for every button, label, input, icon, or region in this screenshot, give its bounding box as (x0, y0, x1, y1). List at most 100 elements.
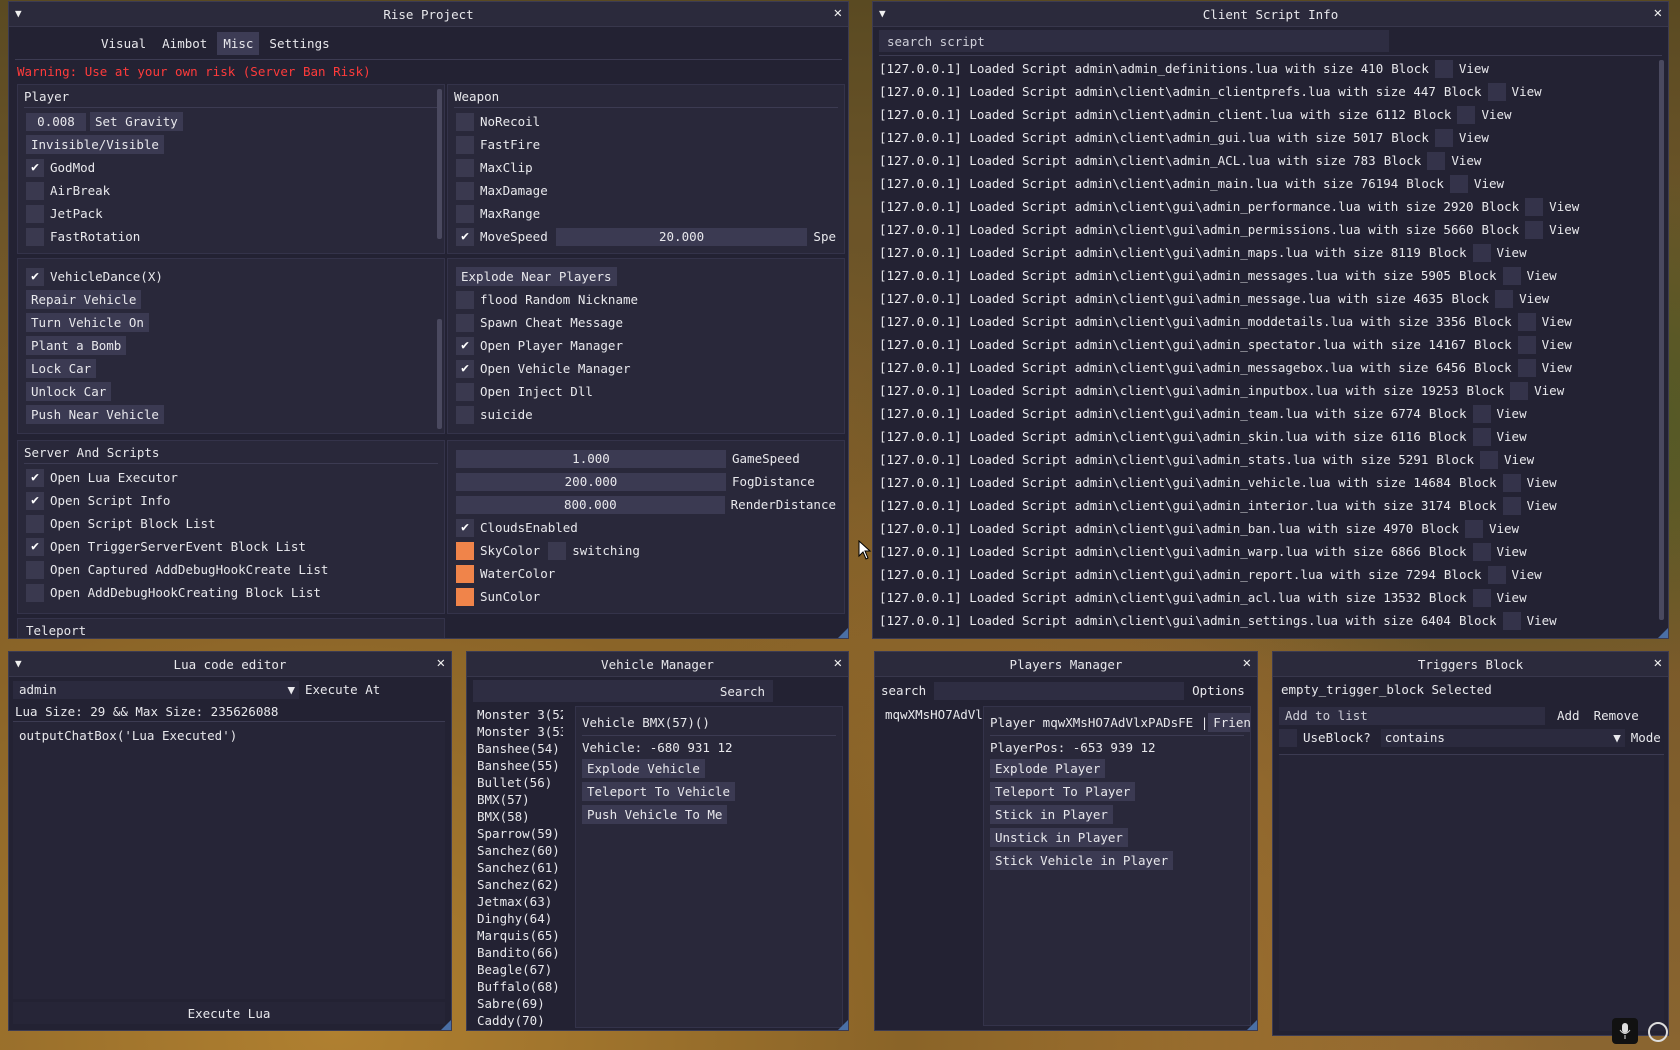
player-search-input[interactable] (934, 681, 1185, 700)
view-button[interactable]: View (1519, 291, 1549, 306)
block-checkbox[interactable] (1510, 381, 1529, 400)
teleport-to-player-button[interactable]: Teleport To Player (990, 782, 1136, 801)
tab-visual[interactable]: Visual (95, 32, 152, 55)
movespeed-slider[interactable]: 20.000 (555, 227, 808, 246)
block-button[interactable]: Block (1482, 222, 1520, 237)
view-button[interactable]: View (1527, 268, 1557, 283)
spawn-cheat-message-checkbox[interactable]: Spawn Cheat Message (456, 311, 836, 334)
fastfire-checkbox[interactable]: FastFire (456, 133, 836, 156)
client-script-titlebar[interactable]: ▼ Client Script Info ✕ (873, 2, 1668, 27)
view-button[interactable]: View (1527, 613, 1557, 628)
vehicle-dance-checkbox[interactable]: ✔ VehicleDance(X) (26, 265, 436, 288)
maxdamage-checkbox[interactable]: MaxDamage (456, 179, 836, 202)
scrollbar[interactable] (437, 319, 442, 429)
fogdistance-slider[interactable]: 200.000 (456, 472, 726, 491)
teleport-to-vehicle-button[interactable]: Teleport To Vehicle (582, 782, 735, 801)
jetpack-checkbox[interactable]: JetPack (26, 202, 436, 225)
turn-vehicle-on-button[interactable]: Turn Vehicle On (26, 313, 149, 332)
unstick-in-player-button[interactable]: Unstick in Player (990, 828, 1128, 847)
view-button[interactable]: View (1497, 429, 1527, 444)
collapse-icon[interactable]: ▼ (879, 7, 886, 20)
block-button[interactable]: Block (1421, 521, 1459, 536)
vehicle-list[interactable]: Monster 3(52 Monster 3(53 Banshee(54) Bansh… (477, 706, 563, 1028)
open-lua-executor-checkbox[interactable]: ✔ Open Lua Executor (26, 466, 436, 489)
airbreak-checkbox[interactable]: AirBreak (26, 179, 436, 202)
close-icon[interactable]: ✕ (834, 655, 842, 671)
trigger-list-area[interactable] (1279, 754, 1664, 1031)
suncolor-swatch[interactable] (456, 587, 474, 606)
push-vehicle-to-me-button[interactable]: Push Vehicle To Me (582, 805, 728, 824)
gravity-input[interactable]: 0.008 (26, 112, 86, 131)
block-checkbox[interactable] (1472, 427, 1491, 446)
block-button[interactable]: Block (1474, 360, 1512, 375)
vehicle-list-item[interactable]: Buffalo(68) (477, 978, 563, 995)
mode-dropdown[interactable]: contains ▼ (1380, 728, 1625, 747)
block-checkbox[interactable] (1457, 105, 1476, 124)
block-checkbox[interactable] (1502, 611, 1521, 630)
lua-titlebar[interactable]: ▼ Lua code editor ✕ (9, 652, 451, 677)
block-checkbox[interactable] (1525, 197, 1544, 216)
tab-aimbot[interactable]: Aimbot (156, 32, 213, 55)
block-button[interactable]: Block (1384, 153, 1422, 168)
search-script-input[interactable]: search script (879, 30, 1389, 52)
check-icon[interactable]: ✔ (456, 227, 474, 246)
resize-grip[interactable] (838, 1020, 848, 1030)
explode-player-button[interactable]: Explode Player (990, 759, 1106, 778)
block-checkbox[interactable] (1502, 496, 1521, 515)
explode-vehicle-button[interactable]: Explode Vehicle (582, 759, 705, 778)
scrollbar[interactable] (437, 89, 442, 239)
view-button[interactable]: View (1549, 222, 1579, 237)
open-inject-dll-checkbox[interactable]: Open Inject Dll (456, 380, 836, 403)
close-icon[interactable]: ✕ (834, 5, 842, 21)
block-button[interactable]: Block (1391, 130, 1429, 145)
block-button[interactable]: Block (1466, 383, 1504, 398)
close-icon[interactable]: ✕ (1654, 655, 1662, 671)
view-button[interactable]: View (1512, 84, 1542, 99)
view-button[interactable]: View (1481, 107, 1511, 122)
resize-grip[interactable] (1247, 1020, 1257, 1030)
open-script-block-list-checkbox[interactable]: Open Script Block List (26, 512, 436, 535)
block-button[interactable]: Block (1474, 314, 1512, 329)
block-button[interactable]: Block (1482, 199, 1520, 214)
invisible-toggle-button[interactable]: Invisible/Visible (26, 135, 164, 154)
view-button[interactable]: View (1534, 383, 1564, 398)
block-button[interactable]: Block (1429, 245, 1467, 260)
block-checkbox[interactable] (1487, 82, 1506, 101)
block-button[interactable]: Block (1459, 268, 1497, 283)
block-button[interactable]: Block (1451, 291, 1489, 306)
player-list-item[interactable]: mqwXMsHO7AdVl (885, 707, 985, 722)
open-vehicle-manager-checkbox[interactable]: ✔ Open Vehicle Manager (456, 357, 836, 380)
block-checkbox[interactable] (1472, 404, 1491, 423)
view-button[interactable]: View (1504, 452, 1534, 467)
set-gravity-button[interactable]: Set Gravity (90, 112, 183, 131)
vehicle-list-item[interactable]: Bandito(66) (477, 944, 563, 961)
stick-in-player-button[interactable]: Stick in Player (990, 805, 1113, 824)
block-checkbox[interactable] (1517, 335, 1536, 354)
vehicle-list-item[interactable]: Marquis(65) (477, 927, 563, 944)
view-button[interactable]: View (1497, 245, 1527, 260)
useblock-checkbox[interactable] (1279, 728, 1297, 747)
block-checkbox[interactable] (1517, 358, 1536, 377)
block-checkbox[interactable] (1487, 565, 1506, 584)
block-checkbox[interactable] (1427, 151, 1446, 170)
triggers-titlebar[interactable]: Triggers Block ✕ (1273, 652, 1668, 677)
vehicle-list-item[interactable]: Dinghy(64) (477, 910, 563, 927)
open-captured-hook-list-checkbox[interactable]: Open Captured AddDebugHookCreate List (26, 558, 436, 581)
vehicle-list-item[interactable]: Jetmax(63) (477, 893, 563, 910)
block-button[interactable]: Block (1459, 613, 1497, 628)
vehicle-list-item[interactable]: Monster 3(53 (477, 723, 563, 740)
godmod-checkbox[interactable]: ✔ GodMod (26, 156, 436, 179)
vehicle-list-item[interactable]: Sanchez(61) (477, 859, 563, 876)
block-checkbox[interactable] (1472, 542, 1491, 561)
view-button[interactable]: View (1459, 130, 1489, 145)
block-button[interactable]: Block (1444, 567, 1482, 582)
view-button[interactable]: View (1451, 153, 1481, 168)
block-button[interactable]: Block (1444, 84, 1482, 99)
vehicle-list-item[interactable]: Sanchez(62) (477, 876, 563, 893)
block-checkbox[interactable] (1517, 312, 1536, 331)
block-checkbox[interactable] (1472, 243, 1491, 262)
vehicle-list-item[interactable]: Bullet(56) (477, 774, 563, 791)
push-near-vehicle-button[interactable]: Push Near Vehicle (26, 405, 164, 424)
tab-misc[interactable]: Misc (217, 32, 260, 55)
vehicle-list-item[interactable]: Banshee(54) (477, 740, 563, 757)
